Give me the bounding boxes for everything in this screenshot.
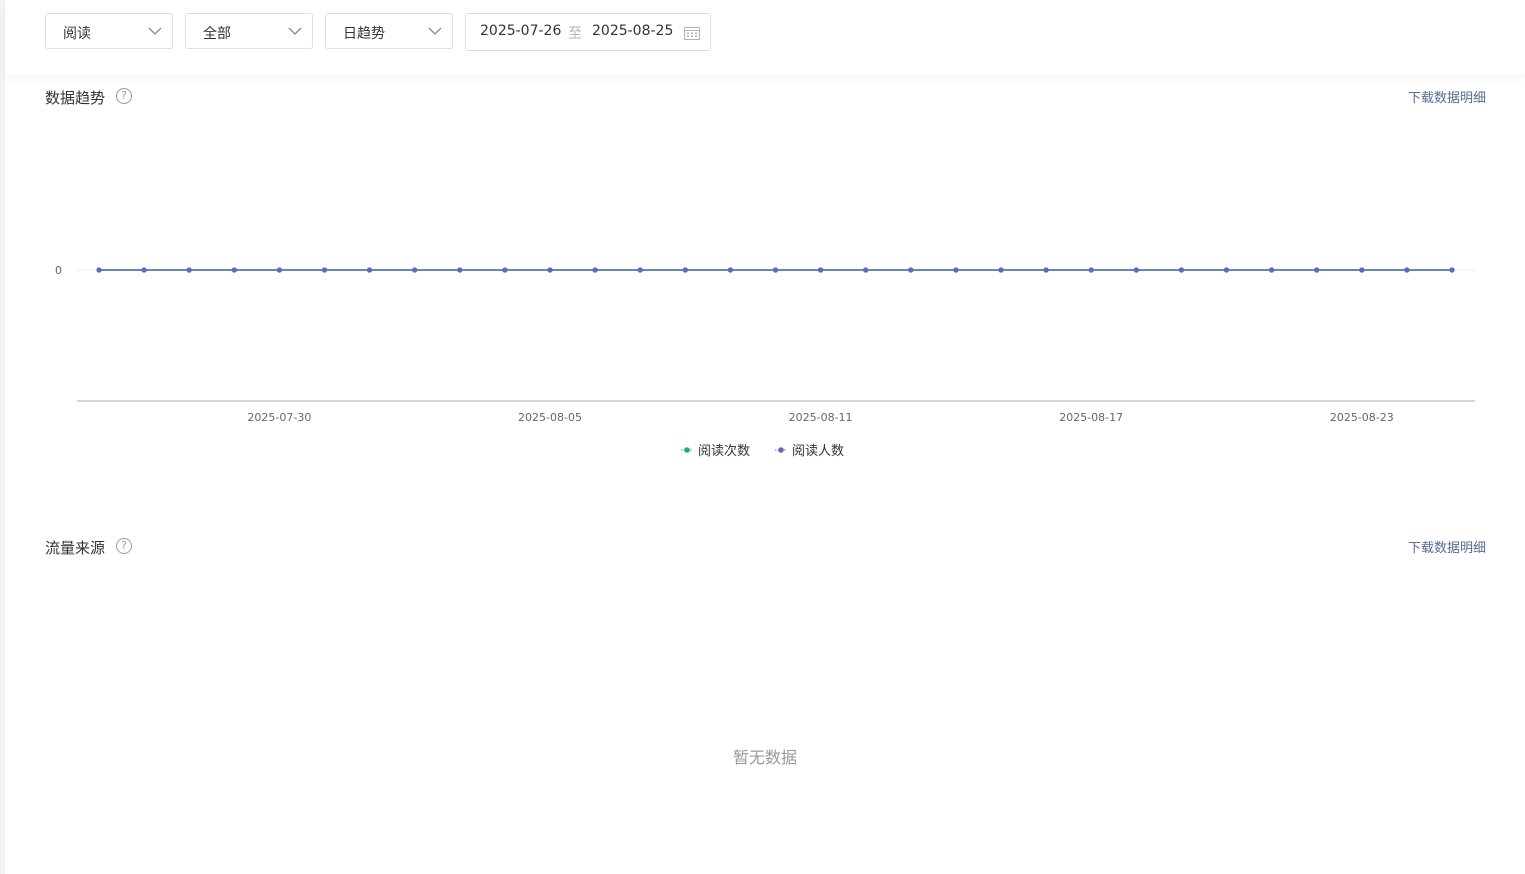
data-point[interactable] [953,267,959,273]
legend-marker-icon [684,447,690,453]
data-point[interactable] [1088,267,1094,273]
data-point[interactable] [772,267,779,273]
legend-label: 阅读人数 [792,444,844,459]
data-point[interactable] [96,267,102,273]
legend-label: 阅读次数 [698,443,750,459]
data-point[interactable] [863,267,869,273]
data-point[interactable] [1133,267,1139,273]
data-point[interactable] [1043,267,1049,273]
data-point[interactable] [367,267,373,273]
source-download-link[interactable]: 下载数据明细 [1408,537,1486,556]
data-point[interactable] [1449,267,1455,273]
data-point[interactable] [818,267,824,273]
x-tick-label: 2025-08-23 [1330,411,1394,424]
x-tick-label: 2025-08-11 [789,411,853,424]
data-point[interactable] [547,267,553,273]
data-point[interactable] [321,267,328,273]
data-point[interactable] [457,267,463,273]
legend-item[interactable]: 阅读次数 [681,443,750,459]
help-icon[interactable]: ? [116,538,132,554]
legend-item[interactable]: 阅读人数 [775,444,844,459]
page: 阅读 全部 日趋势 2025-07-26 至 2025-08-25 数据趋势 ?… [5,0,1525,874]
data-point[interactable] [231,267,237,273]
trend-chart: 2025-07-30 2025-08-05 2025-08-11 2025-08-17… [55,264,1475,459]
data-point[interactable] [998,267,1004,273]
y-tick-label: 0 [55,264,62,277]
x-tick-label: 2025-07-30 [247,411,311,424]
x-tick-label: 2025-08-17 [1059,411,1123,424]
data-point[interactable] [1404,267,1410,273]
data-point[interactable] [502,267,508,273]
x-tick-label: 2025-08-05 [518,411,582,424]
data-point[interactable] [1178,267,1184,273]
empty-state-text: 暂无数据 [732,748,797,767]
data-point[interactable] [727,267,734,273]
source-section-title: 流量来源 [45,539,106,557]
data-point[interactable] [1269,267,1275,273]
data-point[interactable] [276,267,282,273]
data-point[interactable] [1223,267,1230,273]
data-point[interactable] [1314,267,1320,273]
data-point[interactable] [682,267,688,273]
data-point[interactable] [908,267,914,273]
data-point[interactable] [592,267,598,273]
legend-marker-icon [778,447,784,453]
data-point[interactable] [637,267,643,273]
data-point[interactable] [412,267,418,273]
data-point[interactable] [186,267,192,273]
data-point[interactable] [1359,267,1365,273]
data-point[interactable] [141,267,147,273]
